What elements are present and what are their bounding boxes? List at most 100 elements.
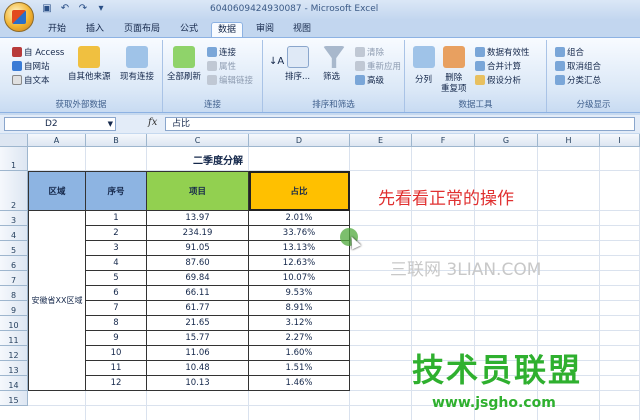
row-header-8[interactable]: 8 [0,286,28,301]
connections-button[interactable]: 连接 [207,46,236,58]
data-cell-ratio[interactable]: 1.60% [249,346,350,361]
data-cell-seq[interactable]: 11 [86,361,147,376]
tab-insert[interactable]: 插入 [80,22,110,37]
ungroup-button[interactable]: 取消组合 [555,60,601,72]
sheet-title-cell[interactable]: 二季度分解 [86,147,350,171]
data-cell-ratio[interactable]: 10.07% [249,271,350,286]
row-header-1[interactable]: 1 [0,147,28,171]
column-header-a[interactable]: A [28,134,86,147]
data-cell-seq[interactable]: 6 [86,286,147,301]
column-header-c[interactable]: C [147,134,249,147]
tab-view[interactable]: 视图 [287,22,317,37]
data-cell-item[interactable]: 66.11 [147,286,249,301]
sort-asc-button[interactable]: ↓A [269,56,284,67]
row-header-11[interactable]: 11 [0,331,28,346]
row-header-5[interactable]: 5 [0,241,28,256]
from-access-button[interactable]: 自 Access [12,46,64,58]
header-ratio-cell[interactable]: 占比 [249,171,350,211]
data-cell-ratio[interactable]: 2.01% [249,211,350,226]
row-header-14[interactable]: 14 [0,376,28,391]
group-button[interactable]: 组合 [555,46,584,58]
data-cell-seq[interactable]: 2 [86,226,147,241]
data-cell-item[interactable]: 11.06 [147,346,249,361]
other-sources-button[interactable]: 自其他来源 [68,70,111,82]
edit-links-button[interactable]: 编辑链接 [207,74,253,86]
row-header-3[interactable]: 3 [0,211,28,226]
column-header-d[interactable]: D [249,134,350,147]
undo-icon[interactable]: ↶ [58,3,72,16]
qat-dropdown-icon[interactable]: ▾ [94,3,108,16]
data-cell-seq[interactable]: 4 [86,256,147,271]
remove-duplicates-button[interactable]: 删除 重复项 [441,73,467,95]
data-cell-seq[interactable]: 5 [86,271,147,286]
data-cell-item[interactable]: 234.19 [147,226,249,241]
tab-data[interactable]: 数据 [211,22,244,37]
data-cell-ratio[interactable]: 8.91% [249,301,350,316]
office-button[interactable] [4,2,34,32]
consolidate-button[interactable]: 合并计算 [475,60,521,72]
data-cell-item[interactable]: 13.97 [147,211,249,226]
properties-button[interactable]: 属性 [207,60,236,72]
data-cell-item[interactable]: 69.84 [147,271,249,286]
row-header-7[interactable]: 7 [0,271,28,286]
tab-home[interactable]: 开始 [42,22,72,37]
data-cell-ratio[interactable]: 13.13% [249,241,350,256]
header-item-cell[interactable]: 项目 [147,171,249,211]
row-header-15[interactable]: 15 [0,391,28,406]
name-box[interactable]: D2 ▼ [4,117,116,131]
data-cell-seq[interactable]: 7 [86,301,147,316]
subtotal-button[interactable]: 分类汇总 [555,74,601,86]
header-seq-cell[interactable]: 序号 [86,171,147,211]
what-if-button[interactable]: 假设分析 [475,74,521,86]
data-cell-seq[interactable]: 10 [86,346,147,361]
refresh-all-button[interactable]: 全部刷新 [167,70,201,82]
select-all-corner[interactable] [0,134,28,147]
row-header-9[interactable]: 9 [0,301,28,316]
reapply-button[interactable]: 重新应用 [355,60,401,72]
data-validation-button[interactable]: 数据有效性 [475,46,530,58]
save-icon[interactable]: ▣ [40,3,54,16]
formula-input[interactable]: 占比 [165,117,635,131]
from-web-button[interactable]: 自网站 [12,60,50,72]
column-header-f[interactable]: F [412,134,475,147]
redo-icon[interactable]: ↷ [76,3,90,16]
advanced-filter-button[interactable]: 高级 [355,74,384,86]
text-to-columns-button[interactable]: 分列 [415,73,432,85]
data-cell-ratio[interactable]: 33.76% [249,226,350,241]
data-cell-seq[interactable]: 3 [86,241,147,256]
tab-page-layout[interactable]: 页面布局 [118,22,166,37]
data-cell-ratio[interactable]: 1.46% [249,376,350,391]
row-header-6[interactable]: 6 [0,256,28,271]
from-text-button[interactable]: 自文本 [12,74,50,86]
filter-button[interactable]: 筛选 [323,70,340,82]
row-header-12[interactable]: 12 [0,346,28,361]
region-cell[interactable]: 安徽省XX区域 [28,211,86,391]
column-header-h[interactable]: H [538,134,600,147]
tab-review[interactable]: 审阅 [250,22,280,37]
column-header-i[interactable]: I [600,134,640,147]
data-cell-item[interactable]: 10.48 [147,361,249,376]
clear-filter-button[interactable]: 清除 [355,46,384,58]
data-cell-item[interactable]: 91.05 [147,241,249,256]
row-header-13[interactable]: 13 [0,361,28,376]
data-cell-item[interactable]: 87.60 [147,256,249,271]
sort-button[interactable]: 排序... [285,70,310,82]
data-cell-item[interactable]: 21.65 [147,316,249,331]
header-region-cell[interactable]: 区域 [28,171,86,211]
data-cell-ratio[interactable]: 9.53% [249,286,350,301]
data-cell-item[interactable]: 15.77 [147,331,249,346]
data-cell-seq[interactable]: 1 [86,211,147,226]
column-header-b[interactable]: B [86,134,147,147]
column-header-g[interactable]: G [475,134,538,147]
row-header-4[interactable]: 4 [0,226,28,241]
tab-formulas[interactable]: 公式 [174,22,204,37]
data-cell-seq[interactable]: 8 [86,316,147,331]
insert-function-icon[interactable]: fx [148,117,157,128]
data-cell-seq[interactable]: 9 [86,331,147,346]
row-header-2[interactable]: 2 [0,171,28,211]
data-cell-ratio[interactable]: 2.27% [249,331,350,346]
data-cell-ratio[interactable]: 12.63% [249,256,350,271]
row-header-10[interactable]: 10 [0,316,28,331]
name-box-dropdown-icon[interactable]: ▼ [108,118,113,130]
data-cell-item[interactable]: 61.77 [147,301,249,316]
